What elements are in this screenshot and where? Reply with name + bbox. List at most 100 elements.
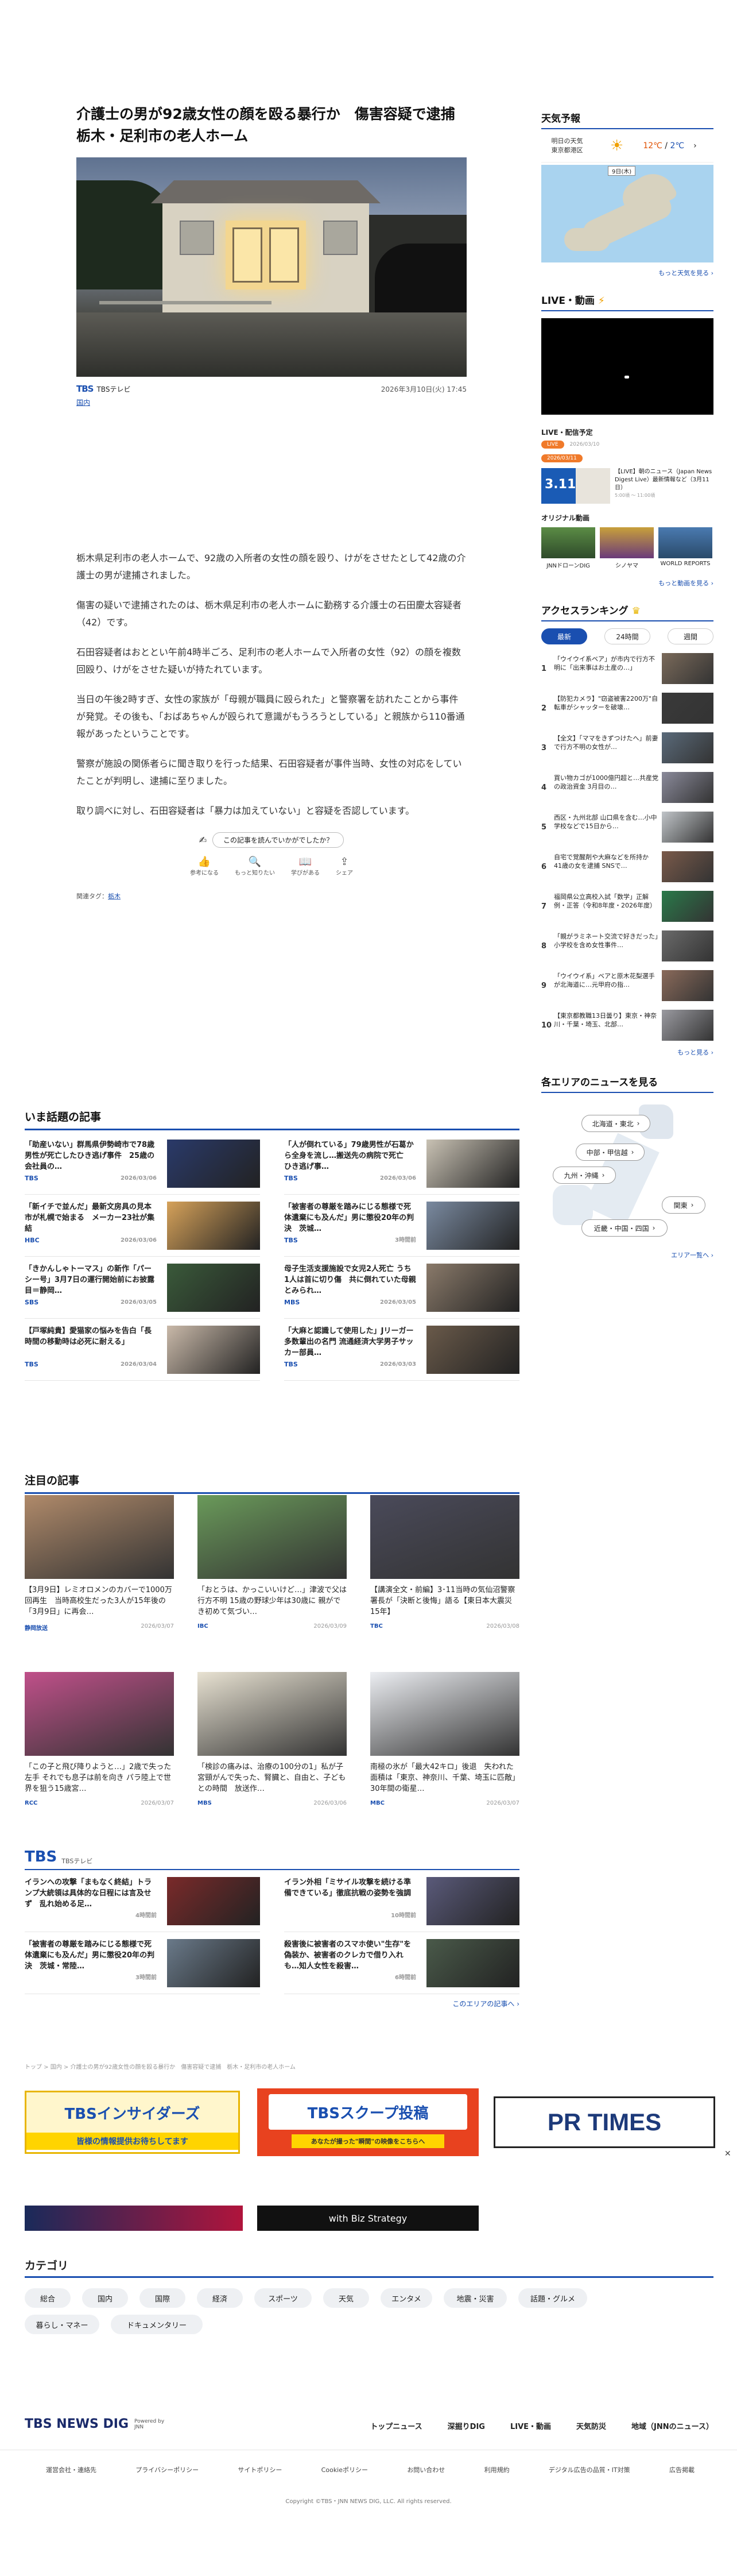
category-button[interactable]: 天気 (323, 2288, 369, 2308)
category-button[interactable]: 国際 (139, 2288, 185, 2308)
category-button[interactable]: 経済 (197, 2288, 243, 2308)
category-button[interactable]: 総合 (25, 2288, 71, 2308)
reaction-learn-button[interactable]: 📖 学びがある (291, 856, 320, 876)
category-button[interactable]: 話題・グルメ (518, 2288, 587, 2308)
trending-card[interactable]: 「助産いない」群馬県伊勢崎市で78歳男性が死亡したひき逃げ事件 25歳の会社員の… (25, 1133, 260, 1195)
original-item[interactable]: シノヤマ (600, 527, 654, 569)
prtimes-banner[interactable]: PR TIMES (494, 2096, 715, 2148)
reaction-more-button[interactable]: 🔍 もっと知りたい (235, 856, 275, 876)
area-pill-kanto[interactable]: 関東 › (662, 1196, 705, 1214)
ranking-item[interactable]: 4 買い物カゴが1000億円超と…共産党の政治資金 3月目の… (541, 768, 713, 807)
footer-link-ads-quality[interactable]: デジタル広告の品質・IT対策 (549, 2465, 630, 2474)
sidebar: 天気予報 明日の天気 東京都港区 ☀ 12℃ / 2℃ › 9日(木) もっと天… (541, 103, 713, 1260)
live-schedule-row-1[interactable]: LIVE 2026/03/10 (541, 441, 713, 449)
footer-link-cookie[interactable]: Cookieポリシー (321, 2465, 368, 2474)
area-pill-chubu[interactable]: 中部・甲信越 › (576, 1144, 645, 1161)
category-button[interactable]: 国内 (82, 2288, 128, 2308)
live-item[interactable]: 3.11 【LIVE】朝のニュース（Japan News Digest Live… (541, 468, 713, 504)
video-banner-left[interactable] (25, 2206, 243, 2231)
trending-card[interactable]: 「人が倒れている」79歳男性が石葛から全身を流し…搬送先の病院で死亡 ひき逃げ事… (284, 1133, 519, 1195)
rank-number: 4 (541, 783, 547, 792)
article-category-link[interactable]: 国内 (76, 399, 90, 407)
ranking-tab-24h[interactable]: 24時間 (604, 628, 650, 644)
original-item[interactable]: JNNドローンDIG (541, 527, 595, 569)
footer-logo[interactable]: TBS NEWS DIG (25, 2417, 129, 2431)
ranking-item[interactable]: 3 【全文】「ママをきずつけたへ」前妻で行方不明の女性が… (541, 728, 713, 767)
category-button[interactable]: エンタメ (381, 2288, 432, 2308)
footer-nav-region[interactable]: 地域（JNNのニュース） (631, 2420, 713, 2431)
featured-card[interactable]: 【3月9日】レミオロメンのカバーで1000万回再生 当時高校生だった3人が15年… (25, 1495, 174, 1632)
ranking-tab-latest[interactable]: 最新 (541, 628, 587, 644)
category-button[interactable]: 地震・災害 (444, 2288, 507, 2308)
category-button[interactable]: ドキュメンタリー (111, 2315, 203, 2334)
ranking-item-thumb (662, 812, 713, 843)
ranking-item[interactable]: 8 「親がラミネート交流で好きだった」小学校を含め女性事件… (541, 926, 713, 965)
featured-card[interactable]: 「この子と飛び降りようと…」2歳で失った左手 それでも息子は前を向き パラ陸上で… (25, 1672, 174, 1806)
original-item[interactable]: WORLD REPORTS (658, 527, 712, 569)
weather-map[interactable]: 9日(木) (541, 165, 713, 262)
tbs-more-link[interactable]: このエリアの記事へ › (25, 1999, 519, 2009)
reaction-helpful-button[interactable]: 👍 参考になる (190, 856, 219, 876)
featured-card-text: 南極の氷が「最大42キロ」後退 失われた面積は「東京、神奈川、千葉、埼玉に匹敵」… (370, 1763, 520, 1793)
footer-nav-dig[interactable]: 深掘りDIG (448, 2420, 485, 2431)
area-pill-hokkaido-tohoku[interactable]: 北海道・東北 › (581, 1115, 650, 1132)
original-more-link[interactable]: もっと動画を見る › (541, 578, 713, 588)
ranking-item[interactable]: 10 【東京都教職13日曇り】東京・神奈川・千葉・埼玉、北部… (541, 1006, 713, 1045)
category-button[interactable]: スポーツ (254, 2288, 312, 2308)
source-logo: TBS (25, 1361, 38, 1368)
insider-banner[interactable]: TBSインサイダーズ 皆様の情報提供お待ちしてます (25, 2091, 240, 2154)
footer-link-company[interactable]: 運営会社・連絡先 (46, 2465, 96, 2474)
ranking-item[interactable]: 1 「ウイウイ系ベア」が市内で行方不明に「出来事はお土産の…」 (541, 649, 713, 688)
tbs-card[interactable]: 殺害後に被害者のスマホ使い"生存"を偽装か、被害者のクレカで借り入れも…知人女性… (284, 1932, 519, 1994)
trending-card[interactable]: 「きかんしゃトーマス」の新作「パーシー号」3月7日の運行開始前にお披露目＝静岡…… (25, 1257, 260, 1319)
ranking-tab-weekly[interactable]: 週間 (668, 628, 713, 644)
copyright: Copyright ©TBS・JNN NEWS DIG, LLC. All ri… (285, 2498, 452, 2505)
source-logo: SBS (25, 1299, 39, 1306)
article-source[interactable]: TBSテレビ (96, 384, 130, 394)
footer-link-site-policy[interactable]: サイトポリシー (238, 2465, 282, 2474)
trending-card[interactable]: 母子生活支援施設で女児2人死亡 うち1人は首に切り傷 共に倒れていた母親とみられ… (284, 1257, 519, 1319)
tbs-card-thumb (426, 1877, 519, 1925)
footer-nav-top[interactable]: トップニュース (370, 2420, 422, 2431)
tbs-card[interactable]: イランへの攻撃「まもなく終結」トランプ大統領は具体的な日程には言及せず 乱れ始め… (25, 1870, 260, 1932)
category-button[interactable]: 暮らし・マネー (25, 2315, 99, 2334)
featured-card-image (370, 1672, 519, 1756)
footer-link-privacy[interactable]: プライバシーポリシー (135, 2465, 199, 2474)
weather-today[interactable]: 明日の天気 東京都港区 ☀ 12℃ / 2℃ › (541, 129, 713, 163)
trending-card[interactable]: 「新イチで並んだ」最新文房具の見本市が札幌で始まる メーカー23社が集結 HBC… (25, 1195, 260, 1257)
footer-link-contact[interactable]: お問い合わせ (407, 2465, 445, 2474)
trending-card[interactable]: 「大麻と認識して使用した」Jリーガー多数輩出の名門 流通経済大学男子サッカー部員… (284, 1319, 519, 1381)
footer-nav-live[interactable]: LIVE・動画 (510, 2420, 551, 2431)
live-player[interactable] (541, 318, 713, 415)
trending-card-text: 「被害者の尊厳を踏みにじる態様で死体遺棄にも及んだ」男に懲役20年の判決 茨城…… (284, 1202, 416, 1256)
ranking-item[interactable]: 6 自宅で覚醒剤や大麻などを所持か 41歳の女を逮捕 SNSで… (541, 847, 713, 886)
close-icon[interactable]: ✕ (724, 2149, 731, 2158)
featured-card[interactable]: 「検診の痛みは、治療の100分の1」私が子宮頸がんで失った、腎臓と、自由と、子ど… (197, 1672, 347, 1806)
ranking-item[interactable]: 2 【防犯カメラ】"窃盗被害2200万"自転車がシャッターを破壊… (541, 689, 713, 728)
area-more-link[interactable]: エリア一覧へ › (541, 1250, 713, 1260)
scoop-banner[interactable]: TBSスクープ投稿 あなたが撮った"瞬間"の映像をこちらへ (257, 2088, 479, 2156)
weather-more-link[interactable]: もっと天気を見る › (541, 268, 713, 277)
ranking-item[interactable]: 5 西区・九州北部 山口県を含む…小中学校などで15日から… (541, 808, 713, 847)
tag-link[interactable]: 栃木 (108, 893, 121, 900)
area-pill-kyushu[interactable]: 九州・沖縄 › (553, 1167, 616, 1184)
tbs-card[interactable]: 「被害者の尊厳を踏みにじる態様で死体遺棄にも及んだ」男に懲役20年の判決 茨城・… (25, 1932, 260, 1994)
footer-link-terms[interactable]: 利用規約 (484, 2465, 510, 2474)
featured-card[interactable]: 南極の氷が「最大42キロ」後退 失われた面積は「東京、神奈川、千葉、埼玉に匹敵」… (370, 1672, 519, 1806)
tbs-card[interactable]: イラン外相「ミサイル攻撃を続ける準備できている」徹底抗戦の姿勢を強調 10時間前 (284, 1870, 519, 1932)
ranking-item[interactable]: 7 福岡県公立高校入試「数学」正解例・正答（令和8年度・2026年度） (541, 887, 713, 926)
footer-nav-weather[interactable]: 天気防災 (576, 2420, 606, 2431)
live-schedule-row-2[interactable]: 2026/03/11 (541, 454, 713, 462)
ranking-item[interactable]: 9 「ウイウイ系」ベアと原木花梨選手が北海道に…元甲府の指… (541, 966, 713, 1005)
ranking-item-text: 【全文】「ママをきずつけたへ」前妻で行方不明の女性が… (554, 735, 658, 751)
chevron-right-icon: › (637, 1119, 640, 1127)
share-button[interactable]: ⇪ シェア (336, 856, 353, 876)
ranking-more-link[interactable]: もっと見る › (541, 1048, 713, 1057)
featured-card[interactable]: 【講演全文・前編】3･11当時の気仙沼警察署長が「決断と後悔」語る【東日本大震災… (370, 1495, 519, 1629)
area-pill-kinki[interactable]: 近畿・中国・四国 › (581, 1219, 668, 1237)
video-banner-right[interactable]: with Biz Strategy (257, 2206, 479, 2231)
footer-link-advertise[interactable]: 広告掲載 (669, 2465, 695, 2474)
trending-card[interactable]: 【戸塚純貴】愛猫家の悩みを告白「長時間の移動時は必死に耐える」 TBS 2026/… (25, 1319, 260, 1381)
trending-card[interactable]: 「被害者の尊厳を踏みにじる態様で死体遺棄にも及んだ」男に懲役20年の判決 茨城…… (284, 1195, 519, 1257)
featured-card[interactable]: 「おとうは、かっこいいけど…」津波で父は行方不明 15歳の野球少年は30歳に 親… (197, 1495, 347, 1629)
